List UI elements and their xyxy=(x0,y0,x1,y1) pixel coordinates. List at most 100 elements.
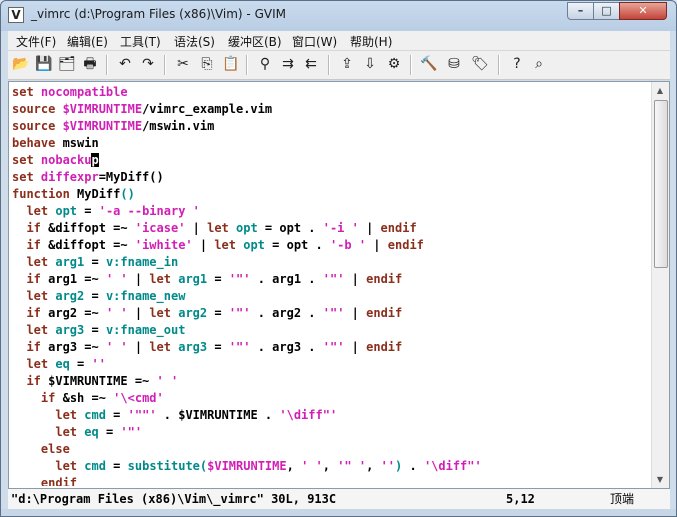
code-token: let xyxy=(26,289,56,303)
code-line[interactable]: if arg1 =~ ' ' | let arg1 = '"' . arg1 .… xyxy=(12,271,652,288)
open-icon[interactable]: 📂 xyxy=(12,55,30,73)
window-bottom-border xyxy=(1,509,676,516)
find-help-icon[interactable]: ⌕ xyxy=(530,55,548,73)
menu-window[interactable]: 窗口(W) xyxy=(292,33,337,50)
code-line[interactable]: source $VIMRUNTIME/mswin.vim xyxy=(12,118,652,135)
code-token: = xyxy=(69,357,92,371)
menu-help[interactable]: 帮助(H) xyxy=(350,33,392,50)
tag-icon[interactable]: 🏷 xyxy=(471,55,489,73)
code-token: = xyxy=(77,204,99,218)
code-token: = opt . xyxy=(257,221,323,235)
code-line[interactable]: let cmd = '""' . $VIMRUNTIME . '\diff"' xyxy=(12,407,652,424)
code-line[interactable]: if arg2 =~ ' ' | let arg2 = '"' . arg2 .… xyxy=(12,305,652,322)
code-line[interactable]: if &sh =~ '\<cmd' xyxy=(12,390,652,407)
code-line[interactable]: else xyxy=(12,441,652,458)
help-icon[interactable]: ? xyxy=(508,55,526,73)
code-token: source xyxy=(12,119,63,133)
code-token: | xyxy=(358,221,381,235)
menu-buffers[interactable]: 缓冲区(B) xyxy=(228,33,282,50)
gvim-app-icon[interactable]: V xyxy=(8,7,24,23)
code-line[interactable]: source $VIMRUNTIME/vimrc_example.vim xyxy=(12,101,652,118)
code-token: = xyxy=(84,289,106,303)
menu-tools[interactable]: 工具(T) xyxy=(120,33,161,50)
find-prev-icon[interactable]: ⇇ xyxy=(302,55,320,73)
code-line[interactable]: if &diffopt =~ 'icase' | let opt = opt .… xyxy=(12,220,652,237)
code-token: else xyxy=(40,442,70,456)
code-token: $VIMRUNTIME xyxy=(62,119,143,133)
editor-area[interactable]: set nocompatible source $VIMRUNTIME/vimrc… xyxy=(8,81,670,489)
code-token: source xyxy=(12,102,63,116)
find-next-icon[interactable]: ⇉ xyxy=(279,55,297,73)
code-line[interactable]: function MyDiff() xyxy=(12,186,652,203)
find-replace-icon[interactable]: ⚲ xyxy=(256,55,274,73)
code-token: diffexpr xyxy=(40,170,99,184)
save-session-icon[interactable]: ⇩ xyxy=(361,55,379,73)
code-token: '" ' xyxy=(337,459,367,473)
code-line[interactable]: behave mswin xyxy=(12,135,652,152)
save-all-icon[interactable]: 🗂 xyxy=(58,55,76,73)
code-line[interactable]: set nocompatible xyxy=(12,84,652,101)
code-line[interactable]: let cmd = substitute($VIMRUNTIME, ' ', '… xyxy=(12,458,652,475)
load-session-icon[interactable]: ⇪ xyxy=(338,55,356,73)
make-icon[interactable]: 🔨 xyxy=(420,55,438,73)
maximize-button[interactable]: □ xyxy=(593,2,620,20)
code-token: arg1 xyxy=(178,272,208,286)
menu-syntax[interactable]: 语法(S) xyxy=(174,33,215,50)
copy-icon[interactable]: ⎘ xyxy=(198,55,216,73)
code-line[interactable]: if arg3 =~ ' ' | let arg3 = '"' . arg3 .… xyxy=(12,339,652,356)
code-token: v:fname_out xyxy=(105,323,186,337)
cursor-position: 5,12 xyxy=(506,492,535,506)
code-token: if xyxy=(40,391,63,405)
code-token: . arg2 . xyxy=(250,306,323,320)
code-line[interactable]: set nobackup xyxy=(12,152,652,169)
title-bar[interactable]: V _vimrc (d:\Program Files (x86)\Vim) - … xyxy=(1,1,676,30)
code-line[interactable]: let arg3 = v:fname_out xyxy=(12,322,652,339)
code-token: let xyxy=(214,238,244,252)
code-line[interactable]: if $VIMRUNTIME =~ ' ' xyxy=(12,373,652,390)
redo-icon[interactable]: ↷ xyxy=(139,55,157,73)
code-token: arg3 =~ xyxy=(48,340,106,354)
vertical-scrollbar[interactable]: ▲ ▼ xyxy=(651,82,669,488)
code-line[interactable]: set diffexpr=MyDiff() xyxy=(12,169,652,186)
run-script-icon[interactable]: ⚙ xyxy=(385,55,403,73)
shell-icon[interactable]: ⛁ xyxy=(445,55,463,73)
code-token: '\<cmd' xyxy=(113,391,164,405)
toolbar-separator xyxy=(246,55,248,75)
toolbar-separator xyxy=(498,55,500,75)
code-token: '"' xyxy=(228,340,251,354)
gvim-window: V _vimrc (d:\Program Files (x86)\Vim) - … xyxy=(0,0,677,517)
print-icon[interactable]: 🖶 xyxy=(81,55,99,73)
code-token: &diffopt =~ xyxy=(48,238,135,252)
toolbar-separator xyxy=(164,55,166,75)
code-token: set xyxy=(12,170,41,184)
scrollbar-thumb[interactable] xyxy=(654,100,668,268)
text-buffer[interactable]: set nocompatible source $VIMRUNTIME/vimrc… xyxy=(12,84,652,486)
code-line[interactable]: let arg1 = v:fname_in xyxy=(12,254,652,271)
code-line[interactable]: let eq = '' xyxy=(12,356,652,373)
paste-icon[interactable]: 📋 xyxy=(222,55,240,73)
code-line[interactable]: if &diffopt =~ 'iwhite' | let opt = opt … xyxy=(12,237,652,254)
code-token: 'iwhite' xyxy=(134,238,193,252)
text-cursor: p xyxy=(91,153,99,167)
save-icon[interactable]: 💾 xyxy=(35,55,53,73)
code-token: | xyxy=(366,238,388,252)
cut-icon[interactable]: ✂ xyxy=(174,55,192,73)
close-button[interactable]: ✕ xyxy=(619,2,667,20)
menu-file[interactable]: 文件(F) xyxy=(16,33,56,50)
code-line[interactable]: endif xyxy=(12,475,652,486)
menu-edit[interactable]: 编辑(E) xyxy=(67,33,108,50)
code-line[interactable]: let opt = '-a --binary ' xyxy=(12,203,652,220)
code-line[interactable]: let arg2 = v:fname_new xyxy=(12,288,652,305)
code-token: endif xyxy=(40,476,78,486)
undo-icon[interactable]: ↶ xyxy=(116,55,134,73)
code-token: let xyxy=(55,459,85,473)
code-token: '"' xyxy=(322,340,345,354)
status-file-info: "d:\Program Files (x86)\Vim\_vimrc" 30L,… xyxy=(11,492,337,506)
code-line[interactable]: let eq = '"' xyxy=(12,424,652,441)
scroll-down-icon[interactable]: ▼ xyxy=(652,471,668,488)
scroll-up-icon[interactable]: ▲ xyxy=(652,82,668,99)
minimize-button[interactable]: – xyxy=(567,2,594,20)
code-token: arg2 xyxy=(178,306,208,320)
